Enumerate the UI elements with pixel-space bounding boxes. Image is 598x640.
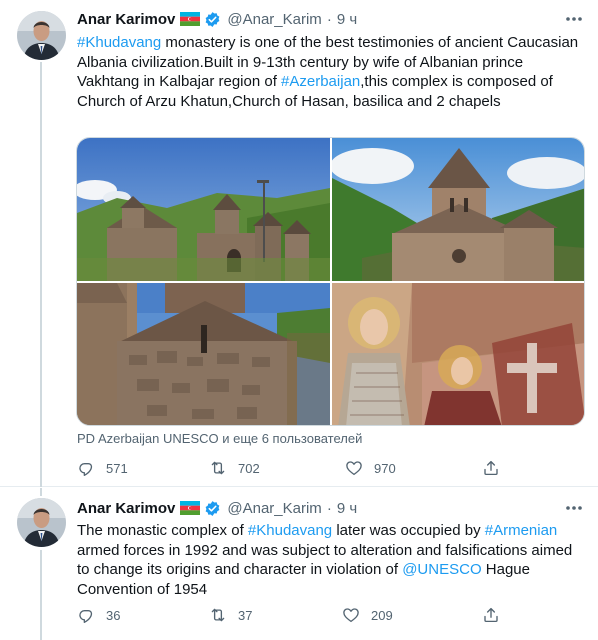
tagged-users[interactable]: PD Azerbaijan UNESCO и еще 6 пользовател… bbox=[77, 431, 362, 446]
heart-icon bbox=[346, 461, 362, 476]
reply-button[interactable]: 36 bbox=[77, 605, 120, 625]
retweet-count: 702 bbox=[238, 460, 260, 476]
retweet-icon bbox=[211, 608, 225, 622]
photo-1[interactable] bbox=[77, 138, 330, 281]
text-segment: later was occupied by bbox=[332, 522, 485, 539]
thread-line bbox=[40, 62, 42, 487]
mention-link[interactable]: @UNESCO bbox=[402, 561, 481, 578]
avatar[interactable] bbox=[17, 11, 66, 60]
text-segment: The monastic complex of bbox=[77, 522, 248, 539]
more-options-icon[interactable] bbox=[564, 9, 584, 29]
more-options-icon[interactable] bbox=[564, 498, 584, 518]
reply-button[interactable]: 571 bbox=[77, 458, 128, 478]
reply-count: 36 bbox=[106, 607, 121, 623]
azerbaijan-flag-icon bbox=[180, 12, 201, 26]
author-handle[interactable]: @Anar_Karim bbox=[227, 11, 321, 28]
thread-line bbox=[40, 488, 42, 496]
thread-line bbox=[40, 550, 42, 640]
reply-icon bbox=[79, 609, 93, 624]
timestamp[interactable]: 9 ч bbox=[337, 11, 357, 28]
tweet-actions: 36 37 209 bbox=[77, 605, 517, 625]
author-name[interactable]: Anar Karimov bbox=[77, 500, 175, 517]
like-button[interactable]: 209 bbox=[342, 605, 393, 625]
like-count: 209 bbox=[371, 607, 393, 623]
photo-3[interactable] bbox=[77, 283, 330, 425]
retweet-button[interactable]: 702 bbox=[209, 458, 260, 478]
azerbaijan-flag-icon bbox=[180, 501, 201, 515]
retweet-icon bbox=[211, 461, 225, 475]
tweet-text: #Khudavang monastery is one of the best … bbox=[77, 33, 587, 111]
author-handle[interactable]: @Anar_Karim bbox=[227, 500, 321, 517]
tweet[interactable]: Anar Karimov @Anar_Karim · 9 ч #Khudavan… bbox=[0, 0, 598, 487]
retweet-count: 37 bbox=[238, 607, 253, 623]
verified-badge-icon bbox=[204, 500, 221, 517]
separator-dot: · bbox=[326, 10, 332, 28]
photo-grid bbox=[76, 137, 585, 426]
tweet[interactable]: Anar Karimov @Anar_Karim · 9 ч The monas… bbox=[0, 488, 598, 640]
separator-dot: · bbox=[326, 499, 332, 517]
share-icon bbox=[484, 607, 498, 623]
author-name[interactable]: Anar Karimov bbox=[77, 11, 175, 28]
like-count: 970 bbox=[374, 460, 396, 476]
hashtag-link[interactable]: #Armenian bbox=[485, 522, 558, 539]
timestamp[interactable]: 9 ч bbox=[337, 500, 357, 517]
tweet-header: Anar Karimov @Anar_Karim · 9 ч bbox=[77, 498, 357, 518]
heart-icon bbox=[343, 608, 359, 623]
avatar[interactable] bbox=[17, 498, 66, 547]
hashtag-link[interactable]: #Azerbaijan bbox=[281, 73, 360, 90]
photo-4[interactable] bbox=[332, 283, 584, 425]
tweet-actions: 571 702 970 bbox=[77, 458, 517, 478]
photo-2[interactable] bbox=[332, 138, 584, 281]
tweet-text: The monastic complex of #Khudavang later… bbox=[77, 521, 587, 599]
tweet-header: Anar Karimov @Anar_Karim · 9 ч bbox=[77, 9, 357, 29]
verified-badge-icon bbox=[204, 11, 221, 28]
hashtag-link[interactable]: #Khudavang bbox=[248, 522, 332, 539]
share-button[interactable] bbox=[482, 605, 500, 625]
share-icon bbox=[484, 460, 498, 476]
reply-count: 571 bbox=[106, 460, 128, 476]
share-button[interactable] bbox=[482, 458, 500, 478]
hashtag-link[interactable]: #Khudavang bbox=[77, 34, 161, 51]
retweet-button[interactable]: 37 bbox=[209, 605, 252, 625]
like-button[interactable]: 970 bbox=[345, 458, 396, 478]
reply-icon bbox=[79, 462, 93, 477]
